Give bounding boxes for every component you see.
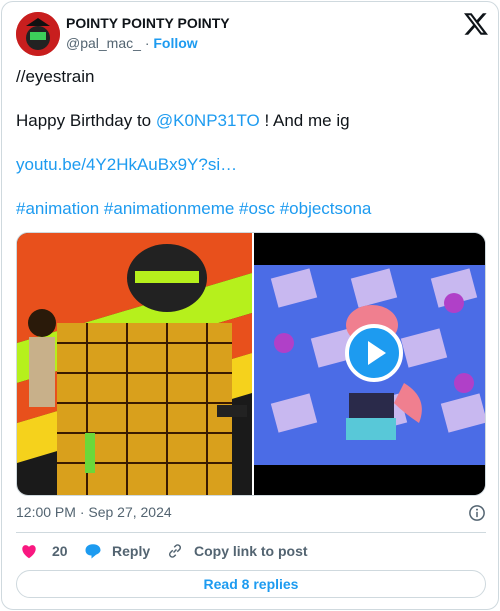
hashtags-line: #animation #animationmeme #osc #objectso… [16, 198, 371, 220]
tweet-card: POINTY POINTY POINTY @pal_mac_ · Follow … [1, 1, 499, 610]
link-icon [168, 544, 182, 558]
play-icon [368, 341, 386, 365]
mention-link[interactable]: @K0NP31TO [156, 111, 260, 130]
hashtag-link[interactable]: #osc [239, 199, 275, 218]
hashtag-link[interactable]: #objectsona [280, 199, 372, 218]
divider [16, 532, 486, 533]
info-icon[interactable] [468, 504, 486, 522]
media-grid[interactable] [16, 232, 486, 496]
like-action[interactable]: 20 [20, 542, 68, 560]
tweet-timestamp[interactable]: 12:00 PM · Sep 27, 2024 [16, 504, 172, 520]
avatar[interactable] [16, 12, 60, 56]
avatar-image [16, 12, 60, 56]
read-replies-label: Read 8 replies [203, 576, 299, 592]
reply-action[interactable]: Reply [84, 542, 150, 560]
play-button[interactable] [345, 324, 403, 382]
hashtag-link[interactable]: #animationmeme [104, 199, 234, 218]
author-handle[interactable]: @pal_mac_ [66, 35, 141, 51]
x-logo-icon[interactable] [464, 12, 488, 36]
heart-icon [22, 545, 36, 559]
author-handle-row: @pal_mac_ · Follow [66, 35, 198, 51]
tweet-line-birthday: Happy Birthday to @K0NP31TO ! And me ig [16, 110, 350, 132]
birthday-suffix: ! And me ig [264, 111, 350, 130]
like-count: 20 [52, 543, 68, 559]
follow-button[interactable]: Follow [153, 35, 197, 51]
handle-separator: · [144, 35, 150, 51]
read-replies-button[interactable]: Read 8 replies [16, 570, 486, 598]
copy-link-action[interactable]: Copy link to post [166, 542, 308, 560]
hashtag-link[interactable]: #animation [16, 199, 99, 218]
reply-bubble-icon [85, 544, 101, 559]
author-display-name[interactable]: POINTY POINTY POINTY [66, 15, 230, 31]
birthday-text: Happy Birthday to [16, 111, 152, 130]
reply-label: Reply [112, 543, 151, 559]
copy-link-label: Copy link to post [194, 543, 308, 559]
tweet-line-eyestrain: //eyestrain [16, 67, 95, 86]
youtube-link[interactable]: youtu.be/4Y2HkAuBx9Y?si… [16, 154, 237, 176]
media-image-left[interactable] [17, 233, 252, 496]
